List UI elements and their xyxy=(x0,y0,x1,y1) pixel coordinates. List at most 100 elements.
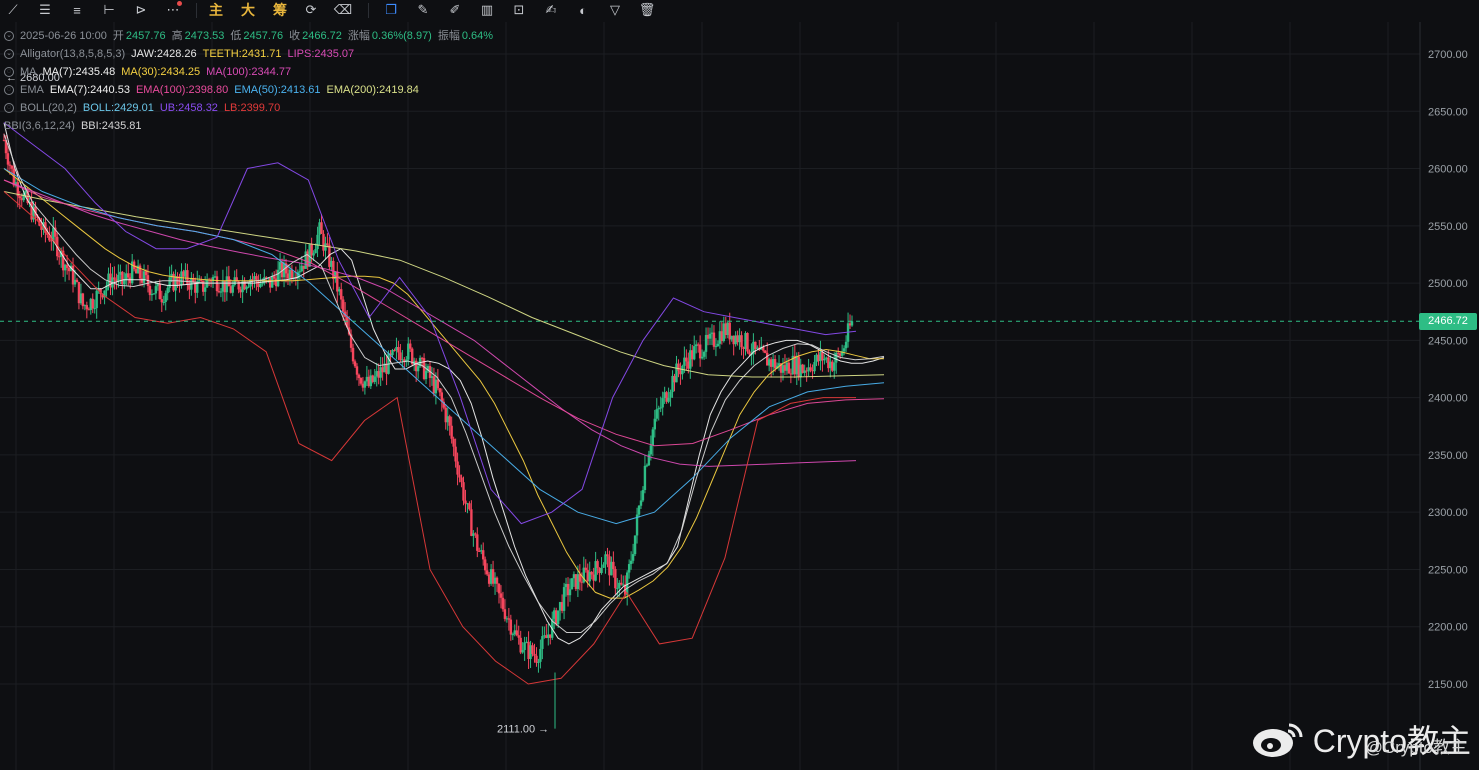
candle-body xyxy=(746,332,749,352)
ma-name[interactable]: MA xyxy=(20,63,37,81)
watermark-subtext: @Crypto教主 xyxy=(1365,738,1467,757)
candle-body xyxy=(809,367,812,371)
y-axis-tick-label: 2600.00 xyxy=(1428,164,1468,176)
candle-body xyxy=(523,642,526,651)
high-label: 高 xyxy=(171,30,183,42)
arrow-tool-icon[interactable]: ⊳ xyxy=(130,0,152,20)
boll-mid-value: BOLL:2429.01 xyxy=(82,102,154,114)
candle-body xyxy=(259,283,262,287)
candle-body xyxy=(612,561,615,570)
eraser-icon[interactable]: ⌫ xyxy=(332,0,354,20)
candle-body xyxy=(596,561,599,568)
candle-body xyxy=(693,346,696,360)
candle-body xyxy=(531,645,534,654)
candle-body xyxy=(643,465,647,491)
candle-body xyxy=(614,569,617,589)
open-value: 2457.76 xyxy=(125,30,166,42)
candle-body xyxy=(641,490,645,501)
collapse-icon[interactable]: ⌄ xyxy=(4,49,14,59)
candle-body xyxy=(8,164,12,166)
trash-icon[interactable]: 🗑 xyxy=(636,0,658,20)
candle-body xyxy=(685,357,688,362)
alligator-row: ⌄ Alligator(13,8,5,8,5,3) JAW:2428.26 TE… xyxy=(4,45,499,63)
candle-body xyxy=(556,610,560,625)
copy-icon[interactable]: ❐ xyxy=(380,0,402,20)
horizontal-ray-icon[interactable]: ⊢ xyxy=(98,0,120,20)
candle-body xyxy=(363,381,367,388)
candle-body xyxy=(355,366,359,375)
toolbar-cn-button-0[interactable]: 主 xyxy=(205,0,227,20)
candle-body xyxy=(158,284,161,300)
candle-body xyxy=(515,630,518,636)
candle-body xyxy=(708,333,712,339)
candle-body xyxy=(764,350,767,353)
candle-body xyxy=(113,277,116,280)
candle-body xyxy=(677,363,680,371)
boll-name[interactable]: BOLL(20,2) xyxy=(20,99,77,117)
lock-icon[interactable]: ⊡ xyxy=(508,0,530,20)
y-axis-tick-label: 2200.00 xyxy=(1428,622,1468,634)
ma30-value: MA(30):2434.25 xyxy=(121,66,201,78)
pen-icon[interactable]: ✐ xyxy=(444,0,466,20)
candle-body xyxy=(85,305,89,310)
toolbar-cn-button-2[interactable]: 筹 xyxy=(269,0,291,20)
ema-row: ◌ EMA EMA(7):2440.53 EMA(100):2398.80 EM… xyxy=(4,81,499,99)
candle-body xyxy=(424,370,428,380)
candle-body xyxy=(168,277,171,288)
candle-body xyxy=(533,653,536,656)
trendline-icon[interactable]: ⟋ xyxy=(2,0,24,20)
magnet-icon[interactable]: ◐ xyxy=(572,0,594,20)
candle-body xyxy=(600,567,603,574)
candle-body xyxy=(503,609,507,619)
candle-body xyxy=(712,332,716,347)
candle-body xyxy=(460,477,463,483)
parallel-lines-icon[interactable]: ≡ xyxy=(66,0,88,20)
ruler-icon[interactable]: ✎ xyxy=(412,0,434,20)
filter-icon[interactable]: ▽ xyxy=(604,0,626,20)
cycle-icon[interactable]: ⟳ xyxy=(300,0,322,20)
candle-body xyxy=(261,283,264,285)
candle-body xyxy=(276,269,280,287)
candle-body xyxy=(290,269,294,279)
candle-body xyxy=(93,308,96,310)
more-tools-icon[interactable]: ⋯ xyxy=(162,0,184,20)
weibo-logo-icon xyxy=(1252,723,1303,757)
edit-icon[interactable]: ✍ xyxy=(540,0,562,20)
bar-datetime: 2025-06-26 10:00 xyxy=(20,30,107,42)
candle-body xyxy=(127,273,130,278)
toolbar-divider xyxy=(196,3,197,18)
y-axis-tick-label: 2550.00 xyxy=(1428,221,1468,233)
bell-icon[interactable]: ◌ xyxy=(4,85,14,95)
low-value: 2457.76 xyxy=(243,30,284,42)
bell-icon[interactable]: ◌ xyxy=(4,103,14,113)
candle-body xyxy=(507,618,511,620)
alligator-name[interactable]: Alligator(13,8,5,8,5,3) xyxy=(20,45,125,63)
alligator-teeth: TEETH:2431.71 xyxy=(202,48,282,60)
candle-body xyxy=(639,500,643,506)
alligator-jaw: JAW:2428.26 xyxy=(131,48,197,60)
toolbar-cn-button-1[interactable]: 大 xyxy=(237,0,259,20)
candle-body xyxy=(312,253,315,256)
high-value: 2473.53 xyxy=(184,30,225,42)
low-price-marker: 2111.00 → xyxy=(497,724,549,736)
candle-body xyxy=(740,335,743,348)
candles-icon[interactable]: ▥ xyxy=(476,0,498,20)
candle-body xyxy=(627,564,631,573)
candle-body xyxy=(152,293,156,295)
ema100-value: EMA(100):2398.80 xyxy=(135,84,229,96)
candle-body xyxy=(399,352,402,361)
candle-body xyxy=(537,661,540,663)
y-axis-tick-label: 2450.00 xyxy=(1428,335,1468,347)
y-axis-tick-label: 2250.00 xyxy=(1428,564,1468,576)
close-label: 收 xyxy=(289,30,301,42)
bell-icon[interactable]: ◌ xyxy=(4,67,14,77)
candle-body xyxy=(144,271,148,276)
collapse-icon[interactable]: ⌄ xyxy=(4,31,14,41)
horizontal-lines-icon[interactable]: ☰ xyxy=(34,0,56,20)
candle-body xyxy=(602,564,605,568)
candle-body xyxy=(651,429,655,446)
candle-body xyxy=(359,378,363,384)
bbi-name[interactable]: BBI(3,6,12,24) xyxy=(4,117,75,135)
ema-name[interactable]: EMA xyxy=(20,81,44,99)
candle-body xyxy=(570,578,574,590)
